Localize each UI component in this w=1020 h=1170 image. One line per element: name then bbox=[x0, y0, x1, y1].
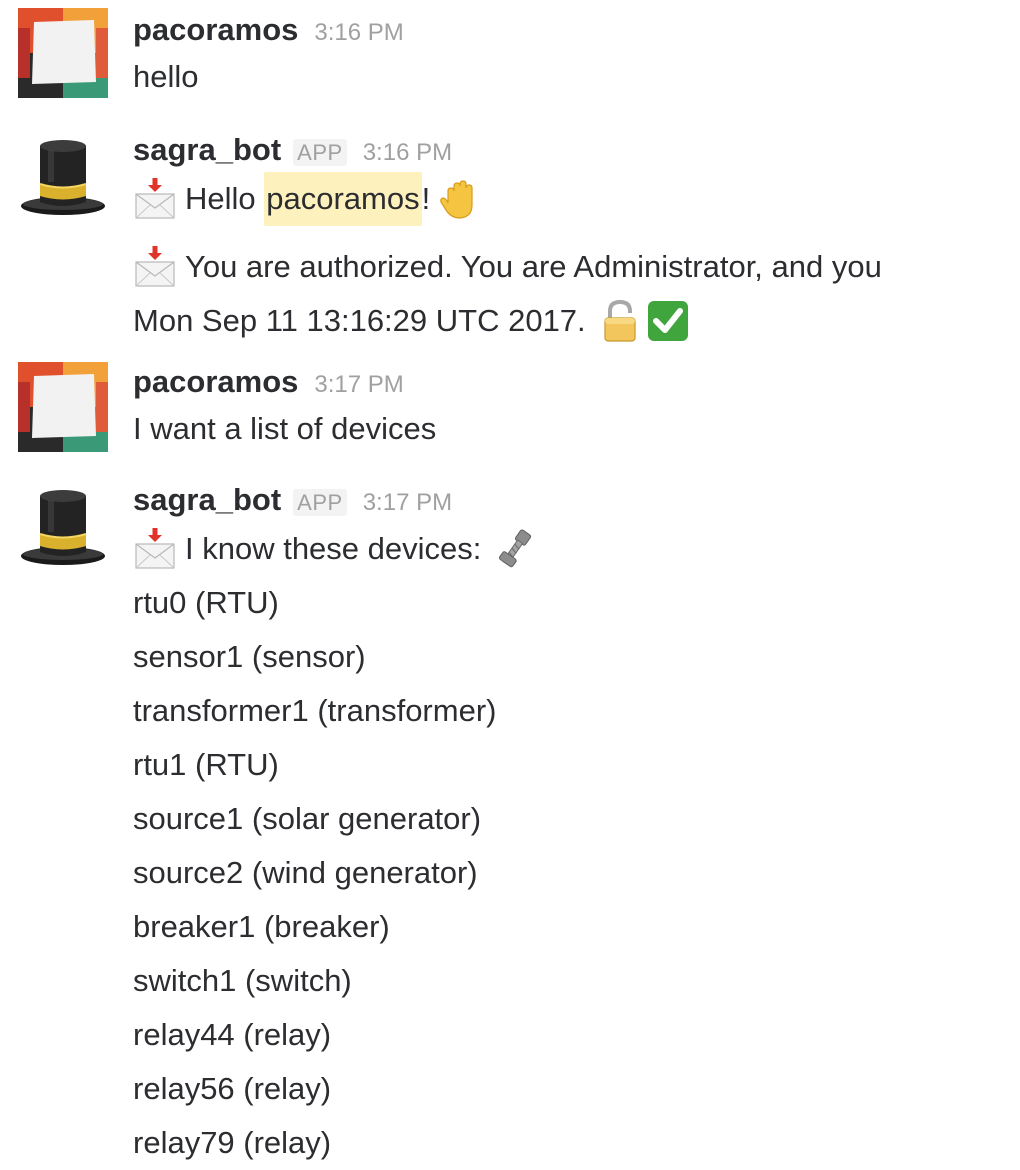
white-check-mark-icon bbox=[646, 299, 690, 343]
list-item: transformer1 (transformer) bbox=[133, 693, 497, 728]
list-item: relay56 (relay) bbox=[133, 1071, 332, 1106]
timestamp[interactable]: 3:16 PM bbox=[314, 19, 403, 47]
greeting-prefix: Hello bbox=[185, 181, 265, 216]
list-item: relay44 (relay) bbox=[133, 1017, 332, 1052]
top-hat-icon[interactable] bbox=[18, 482, 108, 572]
device-list-intro: I know these devices: bbox=[185, 531, 482, 566]
open-lock-icon bbox=[600, 299, 644, 343]
timestamp[interactable]: 3:17 PM bbox=[314, 371, 403, 399]
message-3: pacoramos 3:17 PM I want a list of devic… bbox=[0, 362, 1020, 462]
user-mention[interactable]: pacoramos bbox=[264, 172, 422, 226]
message-2: sagra_bot APP 3:16 PM Hello pacoramos! Y… bbox=[0, 132, 1020, 342]
nut-and-bolt-icon bbox=[493, 527, 537, 571]
author-name[interactable]: pacoramos bbox=[133, 12, 298, 48]
incoming-envelope-icon bbox=[133, 177, 177, 221]
list-item: relay79 (relay) bbox=[133, 1125, 332, 1160]
app-badge: APP bbox=[293, 139, 347, 166]
greeting-suffix: ! bbox=[421, 181, 431, 216]
author-name[interactable]: sagra_bot bbox=[133, 482, 281, 518]
author-name[interactable]: pacoramos bbox=[133, 364, 298, 400]
list-item: rtu1 (RTU) bbox=[133, 747, 279, 782]
message-text: hello bbox=[133, 59, 199, 94]
list-item: sensor1 (sensor) bbox=[133, 639, 366, 674]
top-hat-icon[interactable] bbox=[18, 132, 108, 222]
incoming-envelope-icon bbox=[133, 245, 177, 289]
timestamp[interactable]: 3:17 PM bbox=[363, 489, 452, 517]
list-item: source2 (wind generator) bbox=[133, 855, 478, 890]
message-1: pacoramos 3:16 PM hello bbox=[0, 8, 1020, 108]
list-item: source1 (solar generator) bbox=[133, 801, 482, 836]
auth-line-1: You are authorized. You are Administrato… bbox=[185, 249, 882, 284]
device-list: rtu0 (RTU) sensor1 (sensor) transformer1… bbox=[133, 576, 1020, 1170]
pacoramos-avatar[interactable] bbox=[18, 362, 108, 452]
raised-hand-icon bbox=[438, 177, 482, 221]
list-item: switch1 (switch) bbox=[133, 963, 352, 998]
message-4: sagra_bot APP 3:17 PM I know these devic… bbox=[0, 482, 1020, 1165]
app-badge: APP bbox=[293, 489, 347, 516]
message-text: I want a list of devices bbox=[133, 411, 437, 446]
author-name[interactable]: sagra_bot bbox=[133, 132, 281, 168]
pacoramos-avatar[interactable] bbox=[18, 8, 108, 98]
list-item: breaker1 (breaker) bbox=[133, 909, 390, 944]
auth-line-2: Mon Sep 11 13:16:29 UTC 2017. bbox=[133, 303, 586, 338]
incoming-envelope-icon bbox=[133, 527, 177, 571]
list-item: rtu0 (RTU) bbox=[133, 585, 279, 620]
timestamp[interactable]: 3:16 PM bbox=[363, 139, 452, 167]
